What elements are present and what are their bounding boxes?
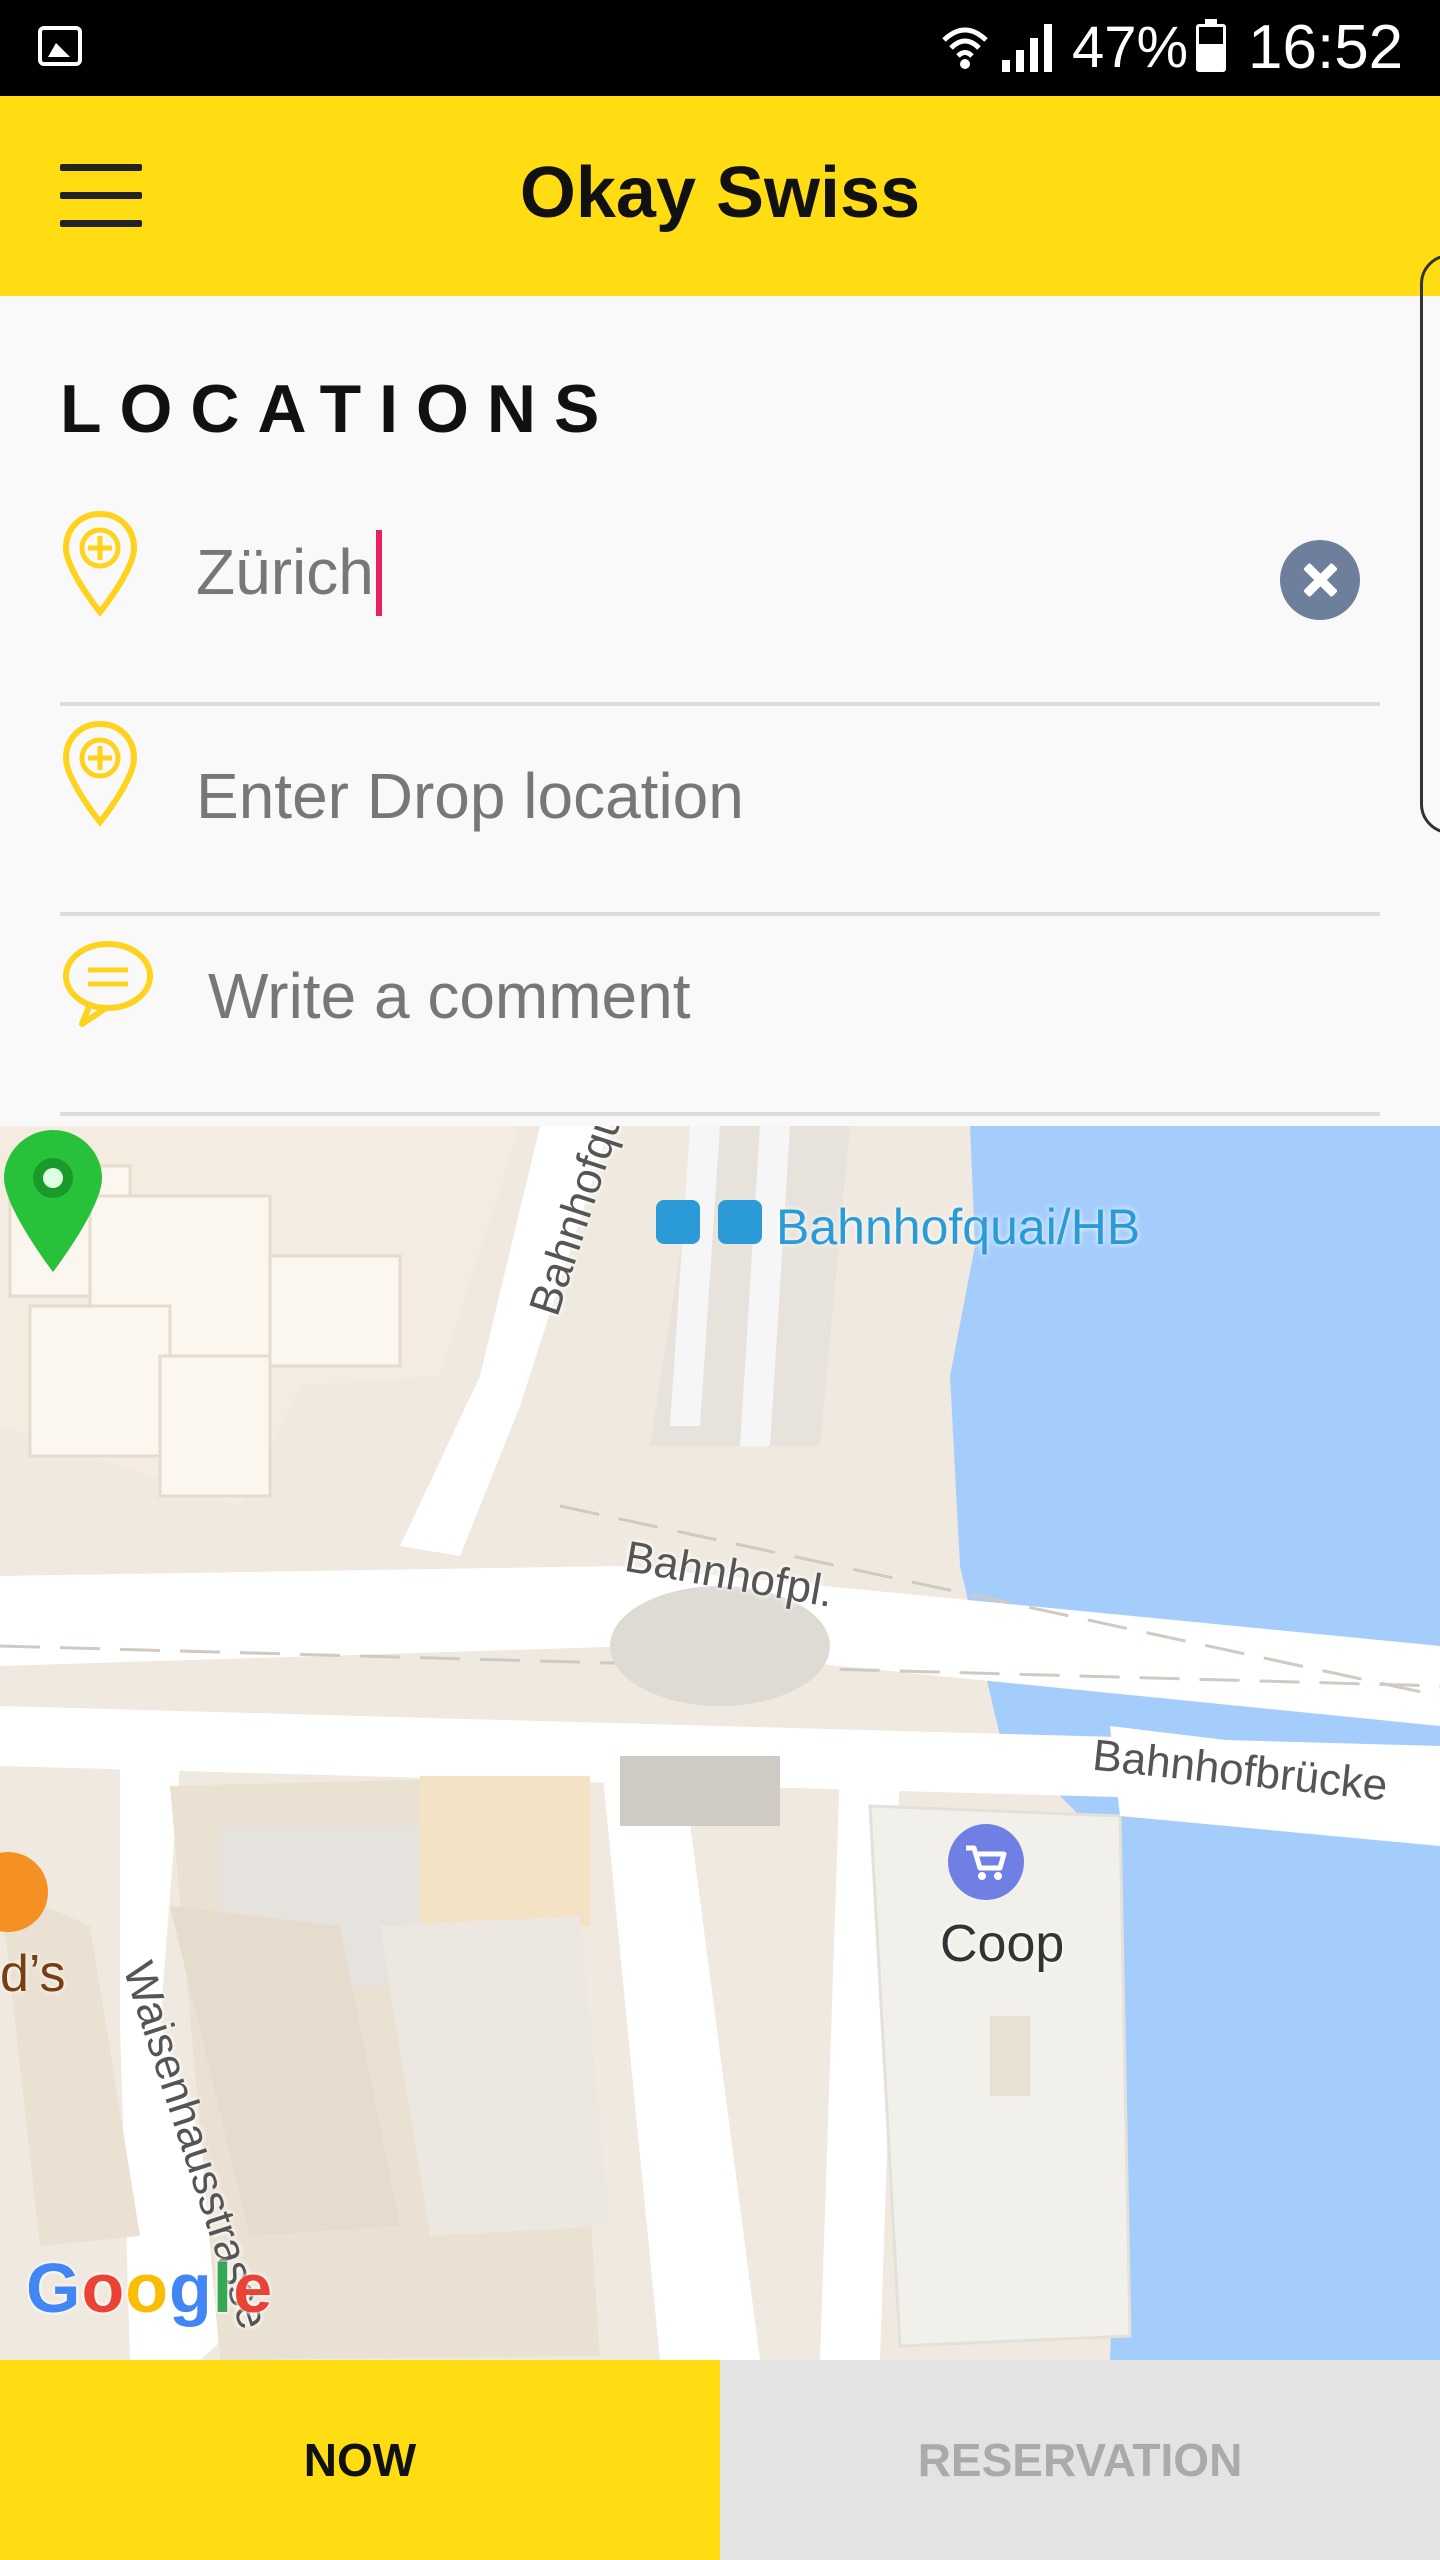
panel-edge	[1420, 254, 1440, 834]
app-bar: Okay Swiss	[0, 96, 1440, 296]
gallery-icon	[38, 26, 82, 66]
section-title: LOCATIONS	[60, 371, 618, 447]
drop-location-row	[60, 706, 1380, 916]
clear-pickup-button[interactable]	[1280, 540, 1360, 620]
map-view[interactable]: Bahnhofquai/HB Bahnhofquai Bahnhofpl. Ba…	[0, 1126, 1440, 2360]
signal-icon	[1002, 24, 1052, 72]
transit-stop-label[interactable]: Bahnhofquai/HB	[776, 1198, 1140, 1256]
restaurant-label[interactable]: d’s	[0, 1944, 66, 2004]
locations-panel: LOCATIONS Zürich	[0, 296, 1440, 1126]
add-location-pin-icon	[62, 720, 138, 827]
text-cursor	[375, 530, 382, 616]
comment-input[interactable]	[208, 946, 1308, 1046]
location-marker-icon[interactable]	[0, 1126, 106, 1276]
battery-percentage: 47%	[1072, 15, 1189, 80]
comment-row	[60, 916, 1380, 1116]
wifi-icon	[942, 27, 988, 69]
now-button[interactable]: NOW	[0, 2360, 720, 2560]
chat-bubble-icon	[63, 941, 153, 1027]
battery-icon	[1196, 19, 1226, 72]
train-icon	[656, 1200, 700, 1244]
pickup-location-value: Zürich	[196, 535, 374, 608]
google-logo: Google	[26, 2249, 274, 2327]
add-location-pin-icon	[62, 510, 138, 617]
pickup-location-input[interactable]: Zürich	[196, 530, 382, 620]
shopping-cart-icon[interactable]	[948, 1824, 1024, 1900]
coop-label[interactable]: Coop	[940, 1914, 1064, 1974]
bottom-actions: NOW RESERVATION	[0, 2360, 1440, 2560]
status-bar: 47% 16:52	[0, 0, 1440, 96]
bus-icon	[718, 1200, 762, 1244]
drop-location-input[interactable]	[196, 746, 1296, 846]
pickup-location-row: Zürich	[60, 496, 1380, 706]
reservation-button[interactable]: RESERVATION	[720, 2360, 1440, 2560]
app-title: Okay Swiss	[519, 153, 921, 233]
clock: 16:52	[1248, 13, 1404, 82]
